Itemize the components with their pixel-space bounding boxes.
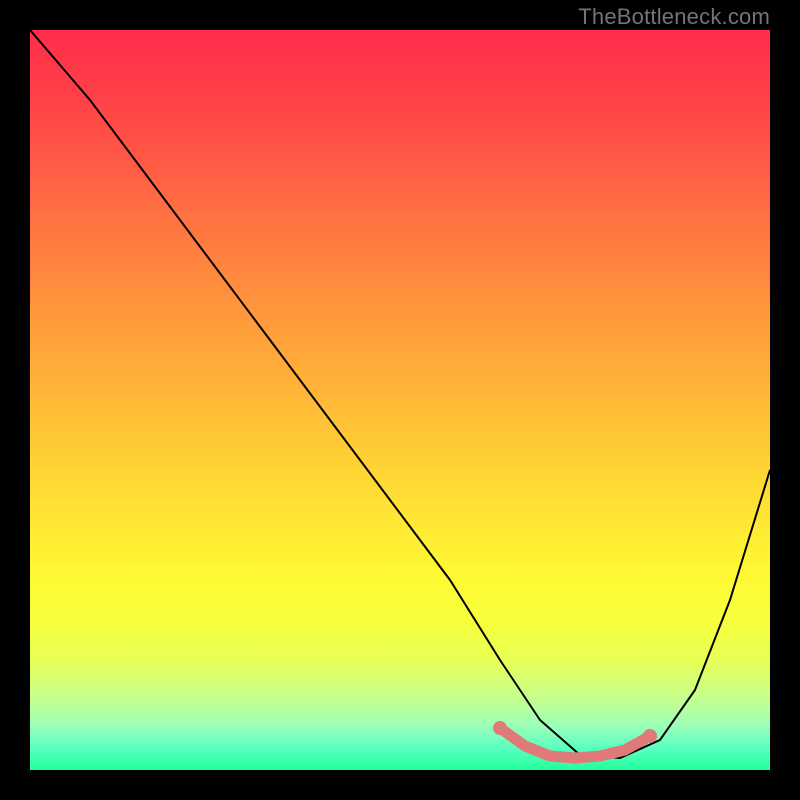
chart-svg [30, 30, 770, 770]
line-main-curve [30, 30, 770, 758]
chart-frame: TheBottleneck.com [0, 0, 800, 800]
line-trough-highlight [500, 728, 650, 758]
plot-area [30, 30, 770, 770]
watermark-text: TheBottleneck.com [578, 4, 770, 30]
trough-dot-right [643, 729, 657, 743]
trough-dot-left [493, 721, 507, 735]
